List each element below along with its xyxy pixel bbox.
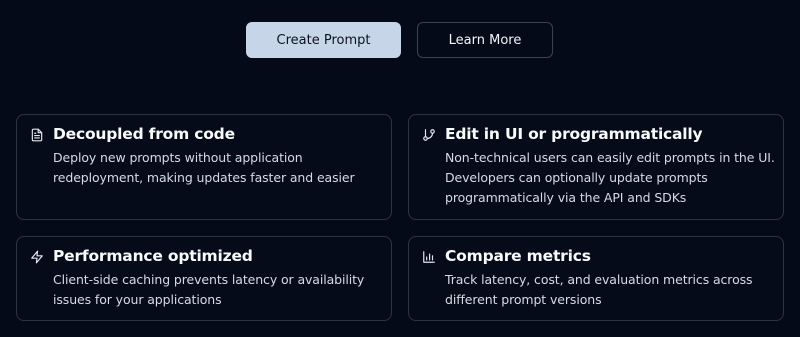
feature-description-line: different prompt versions bbox=[445, 292, 602, 307]
feature-description-line: Track latency, cost, and evaluation metr… bbox=[445, 272, 753, 287]
feature-description-line: Non-technical users can easily edit prom… bbox=[445, 150, 775, 165]
file-text-icon bbox=[30, 128, 44, 142]
feature-description-line: Client-side caching prevents latency or … bbox=[53, 272, 365, 287]
feature-card-metrics: Compare metrics Track latency, cost, and… bbox=[408, 236, 784, 321]
feature-description: Client-side caching prevents latency or … bbox=[53, 270, 381, 310]
feature-title: Performance optimized bbox=[53, 247, 253, 265]
feature-title: Edit in UI or programmatically bbox=[445, 125, 703, 143]
feature-title: Decoupled from code bbox=[53, 125, 235, 143]
feature-description: Track latency, cost, and evaluation metr… bbox=[445, 270, 773, 310]
feature-description: Deploy new prompts without application r… bbox=[53, 148, 381, 188]
git-branch-icon bbox=[422, 128, 436, 142]
zap-icon bbox=[30, 250, 44, 264]
create-prompt-button[interactable]: Create Prompt bbox=[246, 22, 401, 58]
bar-chart-icon bbox=[422, 250, 436, 264]
feature-description-line: redeployment, making updates faster and … bbox=[53, 170, 355, 185]
feature-title: Compare metrics bbox=[445, 247, 591, 265]
feature-description: Non-technical users can easily edit prom… bbox=[445, 148, 775, 208]
feature-card-performance: Performance optimized Client-side cachin… bbox=[16, 236, 392, 321]
feature-card-edit: Edit in UI or programmatically Non-techn… bbox=[408, 114, 784, 220]
learn-more-button[interactable]: Learn More bbox=[417, 22, 553, 58]
feature-description-line: Deploy new prompts without application bbox=[53, 150, 303, 165]
feature-card-decoupled: Decoupled from code Deploy new prompts w… bbox=[16, 114, 392, 220]
feature-description-line: issues for your applications bbox=[53, 292, 222, 307]
feature-description-line: Developers can optionally update prompts bbox=[445, 170, 708, 185]
feature-section: Create Prompt Learn More Decoupled from … bbox=[0, 0, 800, 337]
feature-description-line: programmatically via the API and SDKs bbox=[445, 190, 687, 205]
